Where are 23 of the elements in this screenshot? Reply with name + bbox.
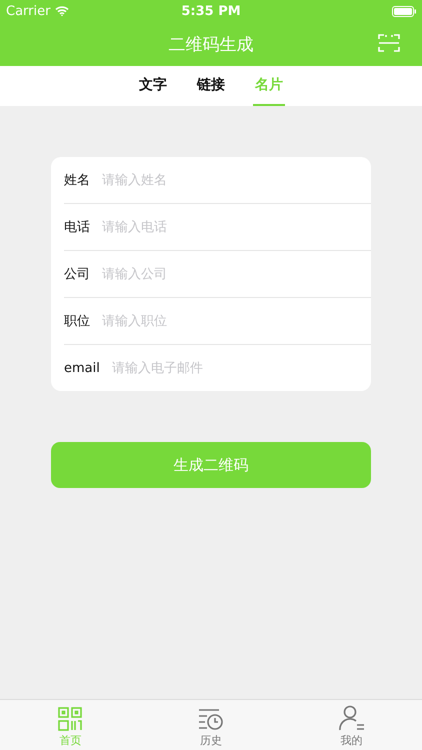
field-label: email [64, 360, 100, 376]
input-field[interactable]: 请输入公司 [102, 262, 371, 286]
tab-bar-item[interactable]: 我的 [281, 700, 422, 750]
tab[interactable]: 文字 [137, 66, 169, 106]
clock-time: 5:35 PM [180, 4, 242, 18]
field-label: 职位 [64, 313, 90, 330]
tab-bar-item[interactable]: 历史 [140, 700, 282, 750]
input-field[interactable]: 请输入姓名 [102, 168, 371, 192]
tab[interactable]: 链接 [195, 66, 227, 106]
carrier-label: Carrier [6, 4, 50, 18]
person-icon [338, 705, 365, 731]
input-field[interactable]: 请输入电子邮件 [112, 356, 371, 380]
input-field[interactable]: 请输入电话 [102, 216, 371, 238]
input-field[interactable]: 请输入职位 [102, 310, 371, 332]
page-title: 二维码生成 [168, 34, 254, 56]
qr-code-icon [58, 707, 82, 731]
field-label: 公司 [64, 266, 90, 283]
wifi-icon [55, 6, 70, 16]
battery-icon [392, 6, 416, 16]
field-label: 电话 [64, 219, 90, 236]
field-label: 姓名 [64, 172, 90, 189]
scan-icon[interactable] [378, 33, 400, 53]
list-clock-icon [198, 707, 224, 731]
